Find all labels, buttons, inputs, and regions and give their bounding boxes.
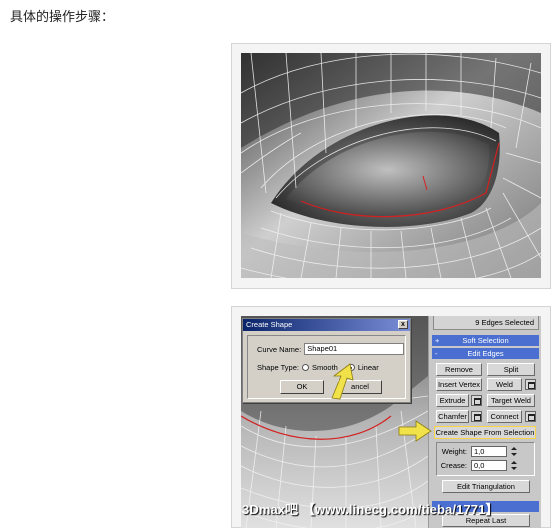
- edit-edges-rollout[interactable]: - Edit Edges: [432, 348, 539, 359]
- dialog-title: Create Shape: [246, 320, 293, 329]
- dialog-body: Curve Name: Shape01 Shape Type: Smooth L…: [247, 335, 406, 399]
- curve-name-input[interactable]: Shape01: [304, 343, 405, 355]
- curve-name-label: Curve Name:: [257, 344, 302, 354]
- create-shape-from-selection-button[interactable]: Create Shape From Selection: [434, 426, 536, 439]
- eye-mesh-render: [241, 53, 541, 278]
- weld-button[interactable]: Weld: [487, 378, 522, 391]
- connect-settings-icon[interactable]: [525, 411, 536, 422]
- close-icon[interactable]: x: [398, 320, 408, 329]
- weight-label: Weight:: [441, 447, 467, 456]
- pointer-arrow-icon: [398, 420, 432, 442]
- edit-edges-label: Edit Edges: [467, 349, 504, 358]
- weight-input[interactable]: 1,0: [471, 446, 507, 457]
- weld-settings-icon[interactable]: [525, 379, 536, 390]
- ok-button[interactable]: OK: [280, 380, 324, 394]
- viewport-eye-mesh[interactable]: [241, 53, 541, 278]
- expand-icon: +: [435, 336, 440, 345]
- soft-selection-rollout[interactable]: + Soft Selection: [432, 335, 539, 346]
- extrude-settings-icon[interactable]: [471, 395, 482, 406]
- weight-crease-group: Weight: 1,0 Crease: 0,0: [436, 442, 535, 476]
- create-shape-dialog: Create Shape x Curve Name: Shape01 Shape…: [242, 318, 411, 403]
- curve-name-row: Curve Name: Shape01: [257, 343, 405, 355]
- chamfer-button[interactable]: Chamfer: [436, 410, 469, 423]
- shape-type-row: Shape Type: Smooth Linear: [257, 363, 379, 372]
- collapse-icon: -: [435, 349, 438, 358]
- shape-type-label: Shape Type:: [257, 363, 299, 372]
- dialog-titlebar[interactable]: Create Shape x: [243, 319, 410, 331]
- selection-status: 9 Edges Selected: [433, 316, 539, 330]
- crease-spinner-icon[interactable]: [510, 460, 518, 471]
- split-button[interactable]: Split: [487, 363, 535, 376]
- crease-input[interactable]: 0,0: [471, 460, 507, 471]
- crease-label: Crease:: [440, 461, 467, 470]
- radio-smooth-icon[interactable]: [301, 364, 309, 371]
- target-weld-button[interactable]: Target Weld: [487, 394, 535, 407]
- radio-linear-label: Linear: [357, 363, 379, 372]
- watermark: 3Dmax吧 【www.linecg.com/tieba/1771】: [242, 502, 499, 517]
- insert-vertex-button[interactable]: Insert Vertex: [436, 378, 482, 391]
- extrude-button[interactable]: Extrude: [436, 394, 469, 407]
- command-panel: 9 Edges Selected + Soft Selection - Edit…: [428, 316, 541, 528]
- weight-spinner-icon[interactable]: [510, 446, 518, 457]
- pointer-arrow-icon: [331, 363, 354, 400]
- remove-button[interactable]: Remove: [436, 363, 482, 376]
- page-heading: 具体的操作步骤：: [10, 10, 115, 25]
- soft-selection-label: Soft Selection: [462, 336, 509, 345]
- chamfer-settings-icon[interactable]: [471, 411, 482, 422]
- edit-triangulation-button[interactable]: Edit Triangulation: [442, 480, 530, 493]
- connect-button[interactable]: Connect: [487, 410, 522, 423]
